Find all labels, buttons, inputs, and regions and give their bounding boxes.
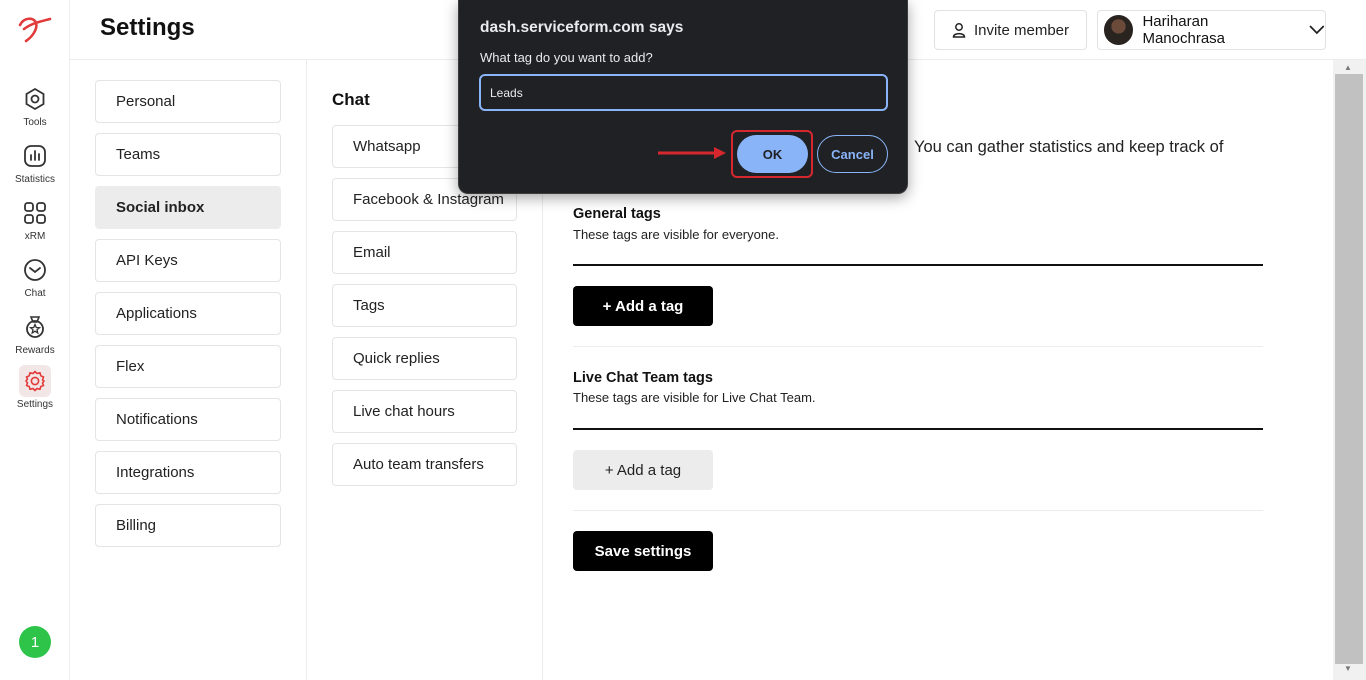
rail-item-label: xRM	[24, 231, 46, 242]
left-rail: Tools Statistics xRM Chat Rewards Settin…	[0, 0, 70, 680]
xrm-icon	[24, 202, 46, 224]
live-chat-tags-subtitle: These tags are visible for Live Chat Tea…	[573, 390, 816, 405]
settings-nav-teams[interactable]: Teams	[95, 133, 281, 176]
rail-item-tools[interactable]: Tools	[0, 83, 70, 128]
chat-subnav-auto-team-transfers[interactable]: Auto team transfers	[332, 443, 517, 486]
add-general-tag-button[interactable]: + Add a tag	[573, 286, 713, 326]
person-icon	[952, 23, 966, 38]
page-title: Settings	[100, 14, 195, 41]
serviceform-logo[interactable]	[16, 13, 54, 45]
settings-nav-billing[interactable]: Billing	[95, 504, 281, 547]
settings-nav-notifications[interactable]: Notifications	[95, 398, 281, 441]
scrollbar-thumb[interactable]	[1335, 74, 1363, 664]
save-settings-button[interactable]: Save settings	[573, 531, 713, 571]
invite-member-button[interactable]: Invite member	[934, 10, 1087, 50]
rail-item-rewards[interactable]: Rewards	[0, 311, 70, 356]
scroll-down-arrow[interactable]: ▼	[1344, 664, 1352, 673]
rail-item-label: Tools	[23, 117, 47, 128]
settings-nav-integrations[interactable]: Integrations	[95, 451, 281, 494]
section-divider	[573, 510, 1263, 511]
arrow-annotation-icon	[658, 147, 726, 159]
rail-item-label: Settings	[16, 399, 54, 410]
settings-nav-api-keys[interactable]: API Keys	[95, 239, 281, 282]
general-tags-title: General tags	[573, 206, 661, 222]
settings-nav-personal[interactable]: Personal	[95, 80, 281, 123]
chat-icon	[24, 259, 46, 281]
rewards-icon	[26, 316, 44, 338]
prompt-dialog: dash.serviceform.com says What tag do yo…	[458, 0, 908, 194]
user-name: Hariharan Manochrasa	[1142, 13, 1225, 47]
chat-subnav-live-chat-hours[interactable]: Live chat hours	[332, 390, 517, 433]
live-chat-tags-title: Live Chat Team tags	[573, 370, 713, 386]
ok-button[interactable]: OK	[737, 135, 808, 173]
rail-item-label: Rewards	[15, 345, 55, 356]
chat-subnav-tags[interactable]: Tags	[332, 284, 517, 327]
tags-description: You can gather statistics and keep track…	[914, 138, 1224, 156]
general-tags-divider	[573, 264, 1263, 266]
chat-subnav-quick-replies[interactable]: Quick replies	[332, 337, 517, 380]
live-chat-tags-divider	[573, 428, 1263, 430]
dialog-title: dash.serviceform.com says	[480, 19, 684, 36]
settings-nav-applications[interactable]: Applications	[95, 292, 281, 335]
notification-badge[interactable]: 1	[19, 626, 51, 658]
settings-nav-social-inbox[interactable]: Social inbox	[95, 186, 281, 229]
chat-subnav-email[interactable]: Email	[332, 231, 517, 274]
chevron-down-icon	[1309, 25, 1325, 35]
invite-member-label: Invite member	[973, 21, 1070, 39]
scroll-up-arrow[interactable]: ▲	[1344, 63, 1352, 72]
user-menu-button[interactable]: Hariharan Manochrasa	[1097, 10, 1326, 50]
general-tags-subtitle: These tags are visible for everyone.	[573, 227, 779, 242]
settings-nav: Personal Teams Social inbox API Keys App…	[70, 60, 307, 680]
rail-item-xrm[interactable]: xRM	[0, 197, 70, 242]
section-divider	[573, 346, 1263, 347]
rail-item-settings[interactable]: Settings	[0, 365, 70, 410]
rail-item-chat[interactable]: Chat	[0, 254, 70, 299]
statistics-icon	[24, 145, 46, 167]
tag-input[interactable]	[479, 74, 888, 111]
avatar	[1104, 15, 1134, 45]
tools-icon	[25, 87, 45, 111]
settings-nav-flex[interactable]: Flex	[95, 345, 281, 388]
cancel-button[interactable]: Cancel	[817, 135, 888, 173]
chat-subnav-title: Chat	[332, 90, 370, 109]
dialog-message: What tag do you want to add?	[480, 50, 653, 65]
gear-icon	[25, 370, 45, 392]
add-live-chat-tag-button[interactable]: + Add a tag	[573, 450, 713, 490]
rail-item-label: Statistics	[14, 174, 55, 185]
rail-item-label: Chat	[24, 288, 46, 299]
rail-item-statistics[interactable]: Statistics	[0, 140, 70, 185]
